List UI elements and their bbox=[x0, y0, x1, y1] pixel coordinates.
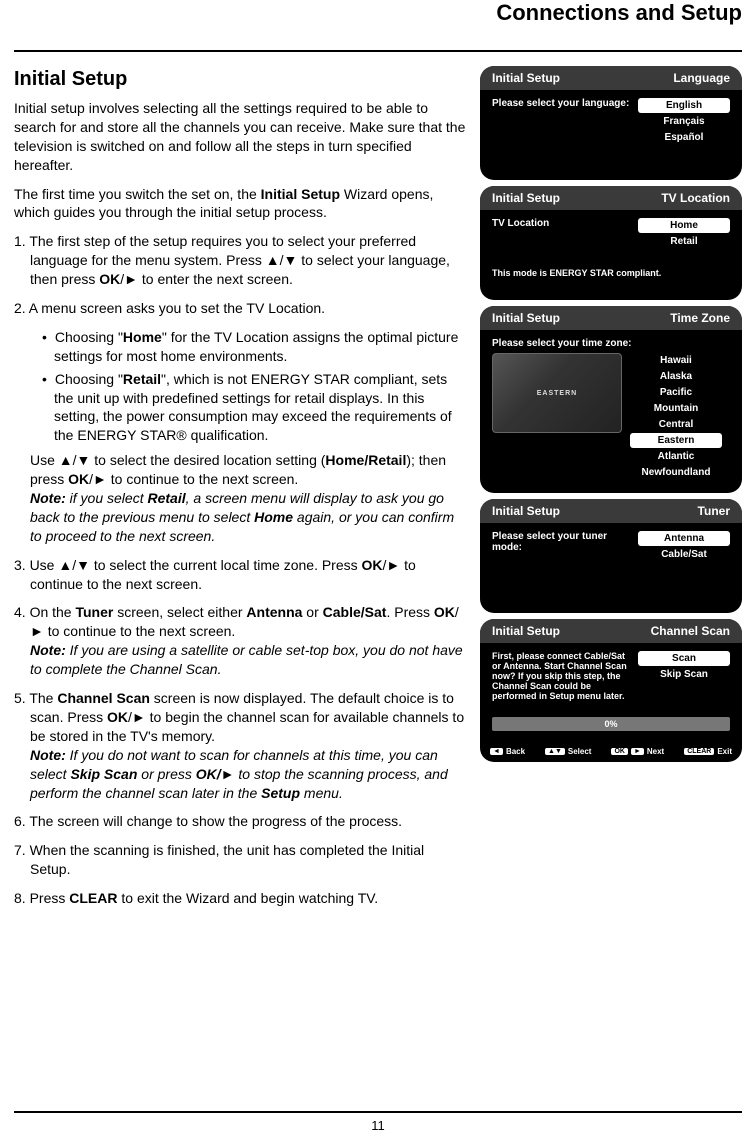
step-8: 8. Press CLEAR to exit the Wizard and be… bbox=[14, 889, 466, 908]
ok-key-icon: OK bbox=[611, 748, 628, 755]
step-4: 4. On the Tuner screen, select either An… bbox=[14, 603, 466, 679]
step-1: 1. The first step of the setup requires … bbox=[14, 232, 466, 289]
option-antenna[interactable]: Antenna bbox=[638, 531, 730, 546]
option-newfoundland[interactable]: Newfoundland bbox=[630, 465, 722, 480]
updown-key-icon: ▲▼ bbox=[545, 748, 565, 755]
option-cable-sat[interactable]: Cable/Sat bbox=[638, 547, 730, 562]
progress-bar: 0% bbox=[492, 717, 730, 731]
option-pacific[interactable]: Pacific bbox=[630, 385, 722, 400]
option-mountain[interactable]: Mountain bbox=[630, 401, 722, 416]
option-english[interactable]: English bbox=[638, 98, 730, 113]
osd-subtitle: Time Zone bbox=[670, 311, 730, 325]
page-header: Connections and Setup bbox=[0, 0, 756, 30]
intro-paragraph-2: The first time you switch the set on, th… bbox=[14, 185, 466, 223]
step-7: 7. When the scanning is finished, the un… bbox=[14, 841, 466, 879]
osd-tv-location: Initial Setup TV Location TV Location Ho… bbox=[480, 186, 742, 300]
footer-rule bbox=[14, 1111, 742, 1113]
osd-subtitle: Channel Scan bbox=[651, 624, 730, 638]
nav-hints: ◄Back ▲▼Select OK►Next CLEARExit bbox=[480, 743, 742, 762]
option-atlantic[interactable]: Atlantic bbox=[630, 449, 722, 464]
osd-prompt: Please select your time zone: bbox=[492, 338, 730, 349]
osd-time-zone: Initial Setup Time Zone Please select yo… bbox=[480, 306, 742, 493]
step-3: 3. Use ▲/▼ to select the current local t… bbox=[14, 556, 466, 594]
osd-subtitle: Language bbox=[673, 71, 730, 85]
option-home[interactable]: Home bbox=[638, 218, 730, 233]
step-2-bullets: Choosing "Home" for the TV Location assi… bbox=[42, 328, 466, 445]
step-2-use: Use ▲/▼ to select the desired location s… bbox=[14, 451, 466, 545]
option-hawaii[interactable]: Hawaii bbox=[630, 353, 722, 368]
right-key-icon: ► bbox=[631, 748, 644, 755]
osd-channel-scan: Initial Setup Channel Scan First, please… bbox=[480, 619, 742, 762]
osd-title: Initial Setup bbox=[492, 624, 560, 638]
step-2-intro: 2. A menu screen asks you to set the TV … bbox=[14, 299, 466, 318]
osd-prompt: Please select your language: bbox=[492, 98, 630, 168]
intro-paragraph-1: Initial setup involves selecting all the… bbox=[14, 99, 466, 175]
osd-energy-note: This mode is ENERGY STAR compliant. bbox=[492, 268, 730, 278]
step-6: 6. The screen will change to show the pr… bbox=[14, 812, 466, 831]
osd-prompt: Please select your tuner mode: bbox=[492, 531, 630, 601]
option-skip-scan[interactable]: Skip Scan bbox=[638, 667, 730, 682]
page-number: 11 bbox=[0, 1118, 756, 1133]
osd-subtitle: TV Location bbox=[661, 191, 730, 205]
osd-subtitle: Tuner bbox=[698, 504, 730, 518]
option-retail[interactable]: Retail bbox=[638, 234, 730, 249]
osd-tuner: Initial Setup Tuner Please select your t… bbox=[480, 499, 742, 613]
option-central[interactable]: Central bbox=[630, 417, 722, 432]
option-francais[interactable]: Français bbox=[638, 114, 730, 129]
left-key-icon: ◄ bbox=[490, 748, 503, 755]
osd-title: Initial Setup bbox=[492, 504, 560, 518]
osd-title: Initial Setup bbox=[492, 311, 560, 325]
osd-column: Initial Setup Language Please select you… bbox=[480, 66, 742, 918]
option-scan[interactable]: Scan bbox=[638, 651, 730, 666]
heading-initial-setup: Initial Setup bbox=[14, 66, 466, 93]
map-icon: EASTERN bbox=[492, 353, 622, 433]
osd-language: Initial Setup Language Please select you… bbox=[480, 66, 742, 180]
option-alaska[interactable]: Alaska bbox=[630, 369, 722, 384]
option-eastern[interactable]: Eastern bbox=[630, 433, 722, 448]
option-espanol[interactable]: Español bbox=[638, 130, 730, 145]
step-5: 5. The Channel Scan screen is now displa… bbox=[14, 689, 466, 802]
clear-key-icon: CLEAR bbox=[684, 748, 714, 755]
instructions-column: Initial Setup Initial setup involves sel… bbox=[14, 66, 466, 918]
osd-title: Initial Setup bbox=[492, 191, 560, 205]
osd-prompt: First, please connect Cable/Sat or Anten… bbox=[492, 651, 630, 701]
osd-prompt: TV Location bbox=[492, 218, 630, 250]
osd-title: Initial Setup bbox=[492, 71, 560, 85]
